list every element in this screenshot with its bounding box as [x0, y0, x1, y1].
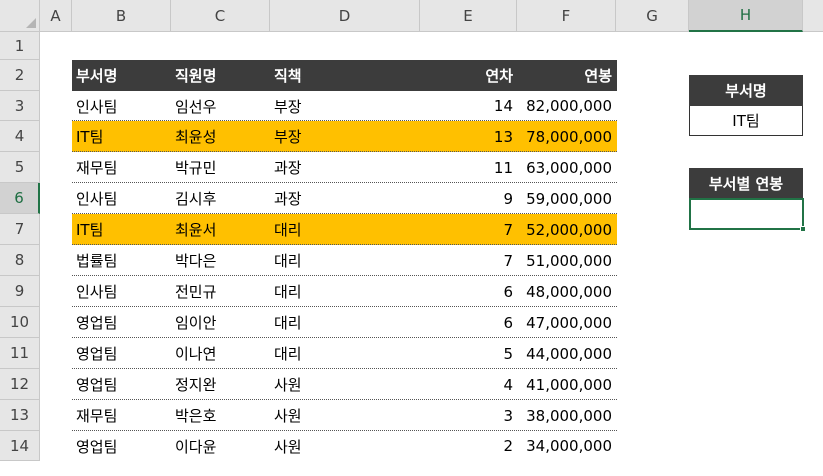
table-cell-title[interactable]: 과장 — [270, 152, 420, 183]
table-header-salary: 연봉 — [517, 60, 616, 91]
table-cell-years[interactable]: 5 — [420, 338, 517, 369]
row-header-10[interactable]: 10 — [0, 307, 40, 338]
dept-lookup-label: 부서명 — [689, 75, 803, 106]
table-cell-name[interactable]: 이다윤 — [171, 431, 270, 461]
table-cell-name[interactable]: 임이안 — [171, 307, 270, 338]
table-cell-dept[interactable]: 인사팀 — [72, 183, 171, 214]
table-cell-title[interactable]: 대리 — [270, 214, 420, 245]
table-cell-name[interactable]: 이나연 — [171, 338, 270, 369]
column-header-blank — [803, 0, 823, 32]
column-header-d[interactable]: D — [270, 0, 420, 32]
table-cell-name[interactable]: 최윤서 — [171, 214, 270, 245]
table-cell-salary[interactable]: 52,000,000 — [517, 214, 616, 245]
table-cell-name[interactable]: 박규민 — [171, 152, 270, 183]
table-cell-years[interactable]: 9 — [420, 183, 517, 214]
table-header-name: 직원명 — [171, 60, 270, 91]
table-cell-title[interactable]: 대리 — [270, 276, 420, 307]
table-cell-dept[interactable]: 영업팀 — [72, 338, 171, 369]
table-header-years: 연차 — [420, 60, 517, 91]
table-cell-salary[interactable]: 48,000,000 — [517, 276, 616, 307]
row-header-11[interactable]: 11 — [0, 338, 40, 369]
row-header-14[interactable]: 14 — [0, 431, 40, 461]
table-cell-years[interactable]: 3 — [420, 400, 517, 431]
table-cell-title[interactable]: 대리 — [270, 338, 420, 369]
column-header-c[interactable]: C — [171, 0, 270, 32]
row-header-13[interactable]: 13 — [0, 400, 40, 431]
table-cell-title[interactable]: 과장 — [270, 183, 420, 214]
table-cell-years[interactable]: 7 — [420, 245, 517, 276]
table-cell-dept[interactable]: 인사팀 — [72, 276, 171, 307]
table-cell-dept[interactable]: 영업팀 — [72, 307, 171, 338]
table-cell-years[interactable]: 2 — [420, 431, 517, 461]
table-cell-years[interactable]: 11 — [420, 152, 517, 183]
table-cell-name[interactable]: 정지완 — [171, 369, 270, 400]
row-header-7[interactable]: 7 — [0, 214, 40, 245]
row-header-12[interactable]: 12 — [0, 369, 40, 400]
table-cell-salary[interactable]: 59,000,000 — [517, 183, 616, 214]
table-cell-dept[interactable]: 인사팀 — [72, 91, 171, 121]
table-cell-name[interactable]: 박은호 — [171, 400, 270, 431]
row-header-3[interactable]: 3 — [0, 91, 40, 121]
table-cell-name[interactable]: 박다은 — [171, 245, 270, 276]
table-cell-salary[interactable]: 38,000,000 — [517, 400, 616, 431]
column-header-f[interactable]: F — [517, 0, 616, 32]
row-header-2[interactable]: 2 — [0, 60, 40, 91]
table-header-dept: 부서명 — [72, 60, 171, 91]
table-header-title: 직책 — [270, 60, 420, 91]
row-header-8[interactable]: 8 — [0, 245, 40, 276]
table-cell-title[interactable]: 부장 — [270, 121, 420, 152]
table-cell-salary[interactable]: 41,000,000 — [517, 369, 616, 400]
table-cell-dept[interactable]: 영업팀 — [72, 431, 171, 461]
table-cell-salary[interactable]: 63,000,000 — [517, 152, 616, 183]
table-cell-salary[interactable]: 82,000,000 — [517, 91, 616, 121]
salary-by-dept-label: 부서별 연봉 — [689, 168, 803, 199]
table-cell-years[interactable]: 7 — [420, 214, 517, 245]
table-cell-dept[interactable]: 재무팀 — [72, 400, 171, 431]
table-cell-years[interactable]: 13 — [420, 121, 517, 152]
table-cell-years[interactable]: 6 — [420, 307, 517, 338]
table-cell-title[interactable]: 부장 — [270, 91, 420, 121]
table-cell-name[interactable]: 임선우 — [171, 91, 270, 121]
row-header-6[interactable]: 6 — [0, 183, 40, 214]
row-header-4[interactable]: 4 — [0, 121, 40, 152]
table-cell-salary[interactable]: 44,000,000 — [517, 338, 616, 369]
table-cell-title[interactable]: 사원 — [270, 369, 420, 400]
column-header-e[interactable]: E — [420, 0, 517, 32]
table-cell-dept[interactable]: 영업팀 — [72, 369, 171, 400]
column-header-a[interactable]: A — [40, 0, 72, 32]
table-cell-title[interactable]: 사원 — [270, 431, 420, 461]
table-cell-salary[interactable]: 34,000,000 — [517, 431, 616, 461]
table-cell-title[interactable]: 대리 — [270, 245, 420, 276]
column-header-b[interactable]: B — [72, 0, 171, 32]
column-header-g[interactable]: G — [616, 0, 689, 32]
fill-handle[interactable] — [800, 226, 806, 232]
row-header-9[interactable]: 9 — [0, 276, 40, 307]
table-cell-salary[interactable]: 51,000,000 — [517, 245, 616, 276]
select-all-corner[interactable] — [0, 0, 40, 32]
table-cell-name[interactable]: 전민규 — [171, 276, 270, 307]
table-cell-years[interactable]: 6 — [420, 276, 517, 307]
table-cell-title[interactable]: 사원 — [270, 400, 420, 431]
table-cell-dept[interactable]: IT팀 — [72, 121, 171, 152]
table-cell-dept[interactable]: IT팀 — [72, 214, 171, 245]
table-cell-title[interactable]: 대리 — [270, 307, 420, 338]
table-cell-salary[interactable]: 78,000,000 — [517, 121, 616, 152]
salary-by-dept-cell[interactable] — [689, 198, 804, 230]
dept-lookup-value[interactable]: IT팀 — [690, 106, 802, 135]
row-header-5[interactable]: 5 — [0, 152, 40, 183]
row-header-1[interactable]: 1 — [0, 32, 40, 60]
table-cell-salary[interactable]: 47,000,000 — [517, 307, 616, 338]
table-cell-dept[interactable]: 법률팀 — [72, 245, 171, 276]
table-cell-years[interactable]: 4 — [420, 369, 517, 400]
column-header-h[interactable]: H — [689, 0, 803, 32]
table-cell-name[interactable]: 최윤성 — [171, 121, 270, 152]
table-cell-years[interactable]: 14 — [420, 91, 517, 121]
table-cell-dept[interactable]: 재무팀 — [72, 152, 171, 183]
table-cell-name[interactable]: 김시후 — [171, 183, 270, 214]
